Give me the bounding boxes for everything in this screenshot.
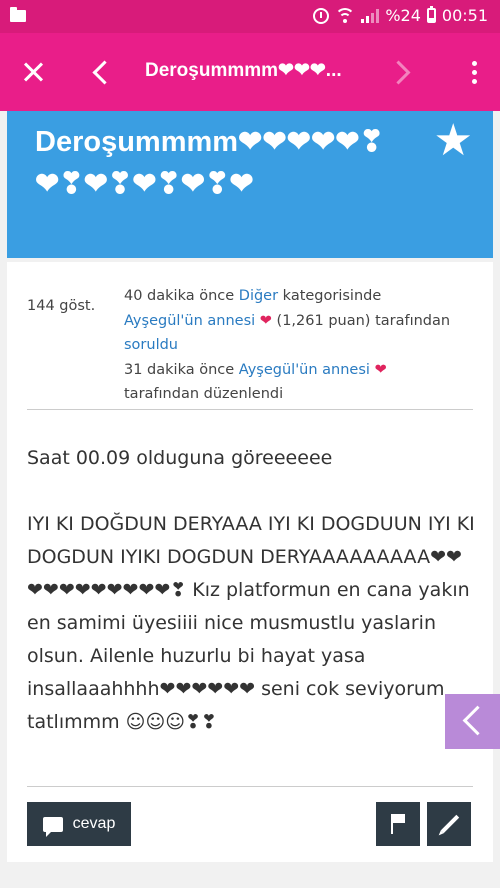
battery-icon xyxy=(426,6,436,23)
star-icon[interactable]: ★ xyxy=(434,119,473,163)
bottom-strip xyxy=(0,862,500,888)
status-bar: %24 00:51 xyxy=(0,0,500,33)
footer-divider xyxy=(27,786,473,787)
heart-badge: ❤ xyxy=(259,312,272,329)
chevron-left-icon[interactable] xyxy=(88,59,114,85)
question-title: Deroşummmm❤❤❤❤❤❣❤❣❤❣❤❣❤❣❤ xyxy=(35,126,384,200)
chevron-right-icon[interactable] xyxy=(388,59,414,85)
app-bar: Deroşummmm❤❤❤... xyxy=(0,33,500,111)
edited-label: tarafından düzenlendi xyxy=(124,386,284,402)
category-suffix: kategorisinde xyxy=(282,288,382,304)
signal-icon xyxy=(361,8,380,23)
flag-button[interactable] xyxy=(376,802,420,846)
meta-divider xyxy=(27,409,473,410)
status-indicators: %24 00:51 xyxy=(313,6,488,25)
view-count: 144 göst. xyxy=(27,298,96,314)
side-drawer-tab[interactable] xyxy=(445,694,500,749)
asked-label[interactable]: soruldu xyxy=(124,337,178,353)
by-label: tarafından xyxy=(375,312,451,329)
edited-time: 31 dakika önce xyxy=(124,361,235,378)
editor-heart: ❤ xyxy=(374,361,387,378)
flag-icon xyxy=(391,814,405,834)
asked-time: 40 dakika önce xyxy=(124,288,235,304)
question-card: 144 göst. 40 dakika önce Diğer kategoris… xyxy=(7,262,493,862)
author-link[interactable]: Ayşegül'ün annesi xyxy=(124,313,255,329)
wifi-icon xyxy=(335,7,356,24)
body-paragraph-2: IYI KI DOĞDUN DERYAAA IYI KI DOGDUUN IYI… xyxy=(27,513,475,733)
clock: 00:51 xyxy=(441,6,488,25)
category-link[interactable]: Diğer xyxy=(239,288,278,304)
close-icon[interactable] xyxy=(18,57,48,87)
battery-percent: %24 xyxy=(385,6,421,25)
more-vert-icon[interactable] xyxy=(472,61,478,85)
editor-link[interactable]: Ayşegül'ün annesi xyxy=(239,362,370,378)
body-paragraph-1: Saat 00.09 olduguna göreeeeee xyxy=(27,447,333,469)
app-bar-title: Deroşummmm❤❤❤... xyxy=(145,60,342,81)
reply-button[interactable]: cevap xyxy=(27,802,131,846)
question-banner: Deroşummmm❤❤❤❤❤❣❤❣❤❣❤❣❤❣❤ ★ xyxy=(7,111,493,258)
author-points: (1,261 puan) xyxy=(276,312,371,329)
folder-icon xyxy=(10,7,26,22)
edit-button[interactable] xyxy=(427,802,471,846)
meta-detail: 40 dakika önce Diğer kategorisinde Ayşeg… xyxy=(124,284,484,407)
reply-label: cevap xyxy=(72,815,116,832)
question-body: Saat 00.09 olduguna göreeeeee IYI KI DOĞ… xyxy=(27,442,477,772)
comment-icon xyxy=(42,816,63,837)
pencil-icon xyxy=(440,814,460,834)
alarm-icon xyxy=(313,7,330,24)
